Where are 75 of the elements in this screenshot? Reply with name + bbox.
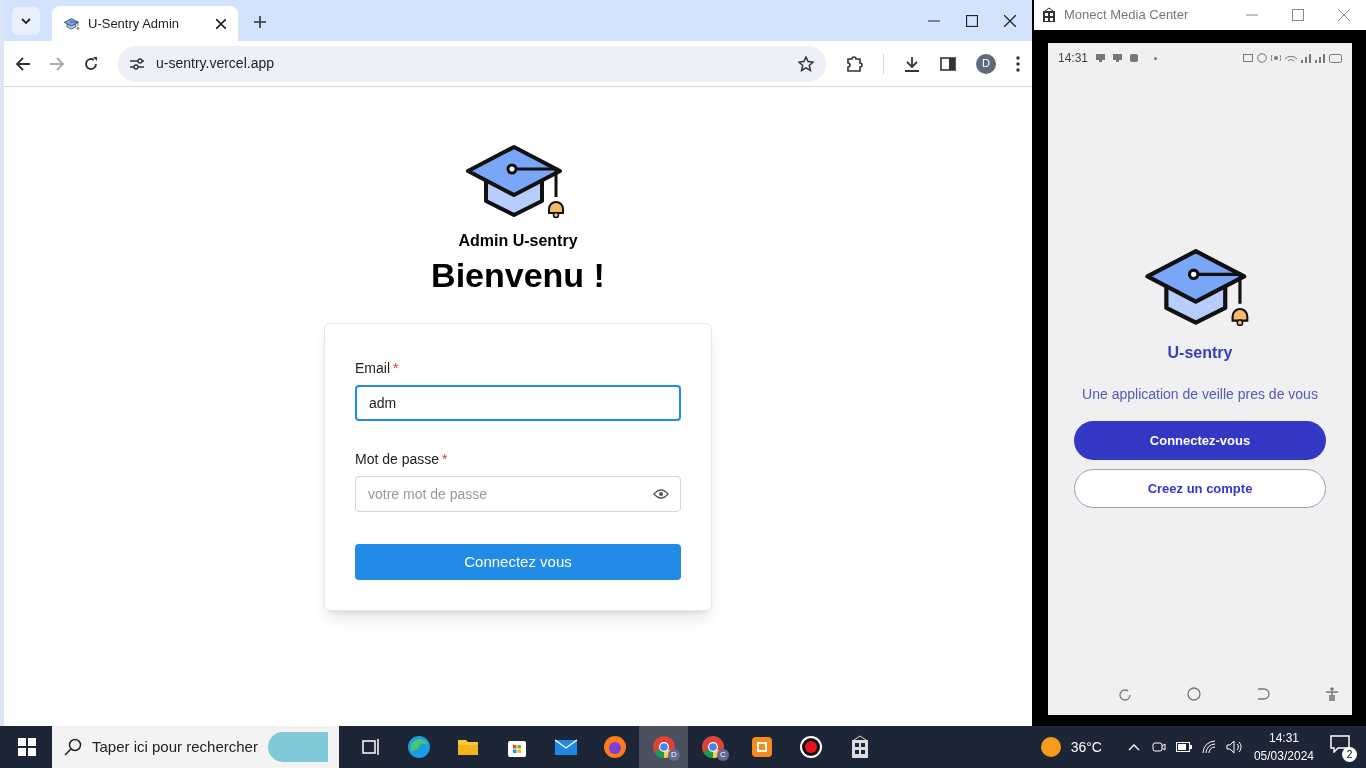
email-field[interactable]: adm xyxy=(355,385,681,421)
volume-icon[interactable] xyxy=(1225,740,1242,754)
app-name: U-sentry xyxy=(1167,343,1233,363)
monitor-icon xyxy=(1113,54,1123,62)
taskbar-search-field[interactable]: Taper ici pour rechercher xyxy=(52,726,339,768)
sign-up-button[interactable]: Creez un compte xyxy=(1074,469,1326,508)
dot-icon xyxy=(1154,56,1158,60)
profile-badge: D xyxy=(668,749,680,761)
required-mark: * xyxy=(393,359,399,378)
monitor-icon xyxy=(1096,54,1106,62)
taskbar-app-button[interactable]: C xyxy=(688,726,737,768)
home-icon[interactable] xyxy=(1187,687,1201,701)
app-name: Admin U-sentry xyxy=(458,231,578,251)
profile-avatar[interactable]: D xyxy=(976,53,996,74)
side-panel-icon[interactable] xyxy=(940,56,956,71)
app-icon xyxy=(1042,7,1056,23)
url-text: u-sentry.vercel.app xyxy=(156,54,275,73)
chevron-up-icon[interactable] xyxy=(1127,743,1140,751)
weather-temperature[interactable]: 36°C xyxy=(1070,736,1102,758)
password-field[interactable]: votre mot de passe xyxy=(355,476,681,512)
wifi-icon xyxy=(1285,53,1297,63)
taskbar-app-button[interactable]: D xyxy=(639,726,688,768)
battery-icon[interactable] xyxy=(1175,742,1192,752)
required-mark: * xyxy=(442,450,448,469)
weather-sun-icon[interactable] xyxy=(1040,737,1061,757)
tab-list-button[interactable] xyxy=(12,7,40,35)
clock-date[interactable]: 05/03/2024 xyxy=(1253,747,1314,765)
new-tab-icon[interactable] xyxy=(254,16,266,28)
battery-icon xyxy=(1329,53,1342,63)
reload-icon[interactable] xyxy=(84,56,98,71)
chrome-circle-icon xyxy=(700,735,725,759)
accessibility-icon[interactable] xyxy=(1326,687,1338,701)
clock-time[interactable]: 14:31 xyxy=(1268,729,1299,747)
camera-icon[interactable] xyxy=(1151,740,1166,754)
address-bar[interactable]: u-sentry.vercel.app xyxy=(118,45,826,82)
search-highlight-picture xyxy=(267,732,328,762)
puzzle-icon[interactable] xyxy=(846,55,863,72)
notification-count: 2 xyxy=(1342,747,1357,762)
welcome-heading: Bienvenu ! xyxy=(431,255,605,296)
windows-start-icon[interactable] xyxy=(18,738,36,756)
app-notification-icon xyxy=(1130,54,1139,62)
login-button[interactable]: Connectez-vous xyxy=(1074,421,1326,460)
back-icon[interactable] xyxy=(16,56,30,71)
browser-tab[interactable]: U-Sentry Admin xyxy=(52,6,238,41)
graduation-cap-icon xyxy=(64,17,80,30)
close-icon[interactable] xyxy=(216,18,226,29)
chrome-circle-icon xyxy=(651,735,676,759)
hotspot-icon xyxy=(1271,53,1281,63)
eye-icon[interactable] xyxy=(653,489,669,499)
status-time: 14:31 xyxy=(1058,50,1089,67)
field-label: Mot de passe xyxy=(355,450,440,469)
site-settings-icon[interactable] xyxy=(130,57,144,70)
tab-title: U-Sentry Admin xyxy=(88,14,181,33)
profile-badge: C xyxy=(717,749,729,761)
tagline: Une application de veille pres de vous xyxy=(1082,385,1318,404)
search-placeholder: Taper ici pour rechercher xyxy=(92,736,258,757)
bookmark-star-icon[interactable] xyxy=(798,55,814,72)
cast-icon xyxy=(1243,54,1253,62)
signal-icon xyxy=(1301,53,1311,63)
search-icon xyxy=(64,738,82,756)
alarm-clock-icon xyxy=(1257,53,1267,63)
window-title: Monect Media Center xyxy=(1064,6,1190,25)
notifications-button[interactable]: 2 xyxy=(1330,735,1354,759)
record-icon xyxy=(798,735,823,759)
recent-apps-icon[interactable] xyxy=(1118,687,1131,701)
signal-icon xyxy=(1315,53,1325,63)
download-icon[interactable] xyxy=(904,55,920,72)
wifi-icon[interactable] xyxy=(1201,740,1218,754)
login-button[interactable]: Connectez vous xyxy=(355,544,681,580)
caret-icon xyxy=(20,15,32,27)
menu-icon[interactable] xyxy=(1016,55,1020,72)
close-icon[interactable] xyxy=(1004,15,1016,27)
maximize-icon[interactable] xyxy=(966,15,978,27)
field-label: Email xyxy=(355,359,390,378)
wave-globe-icon xyxy=(406,735,431,759)
